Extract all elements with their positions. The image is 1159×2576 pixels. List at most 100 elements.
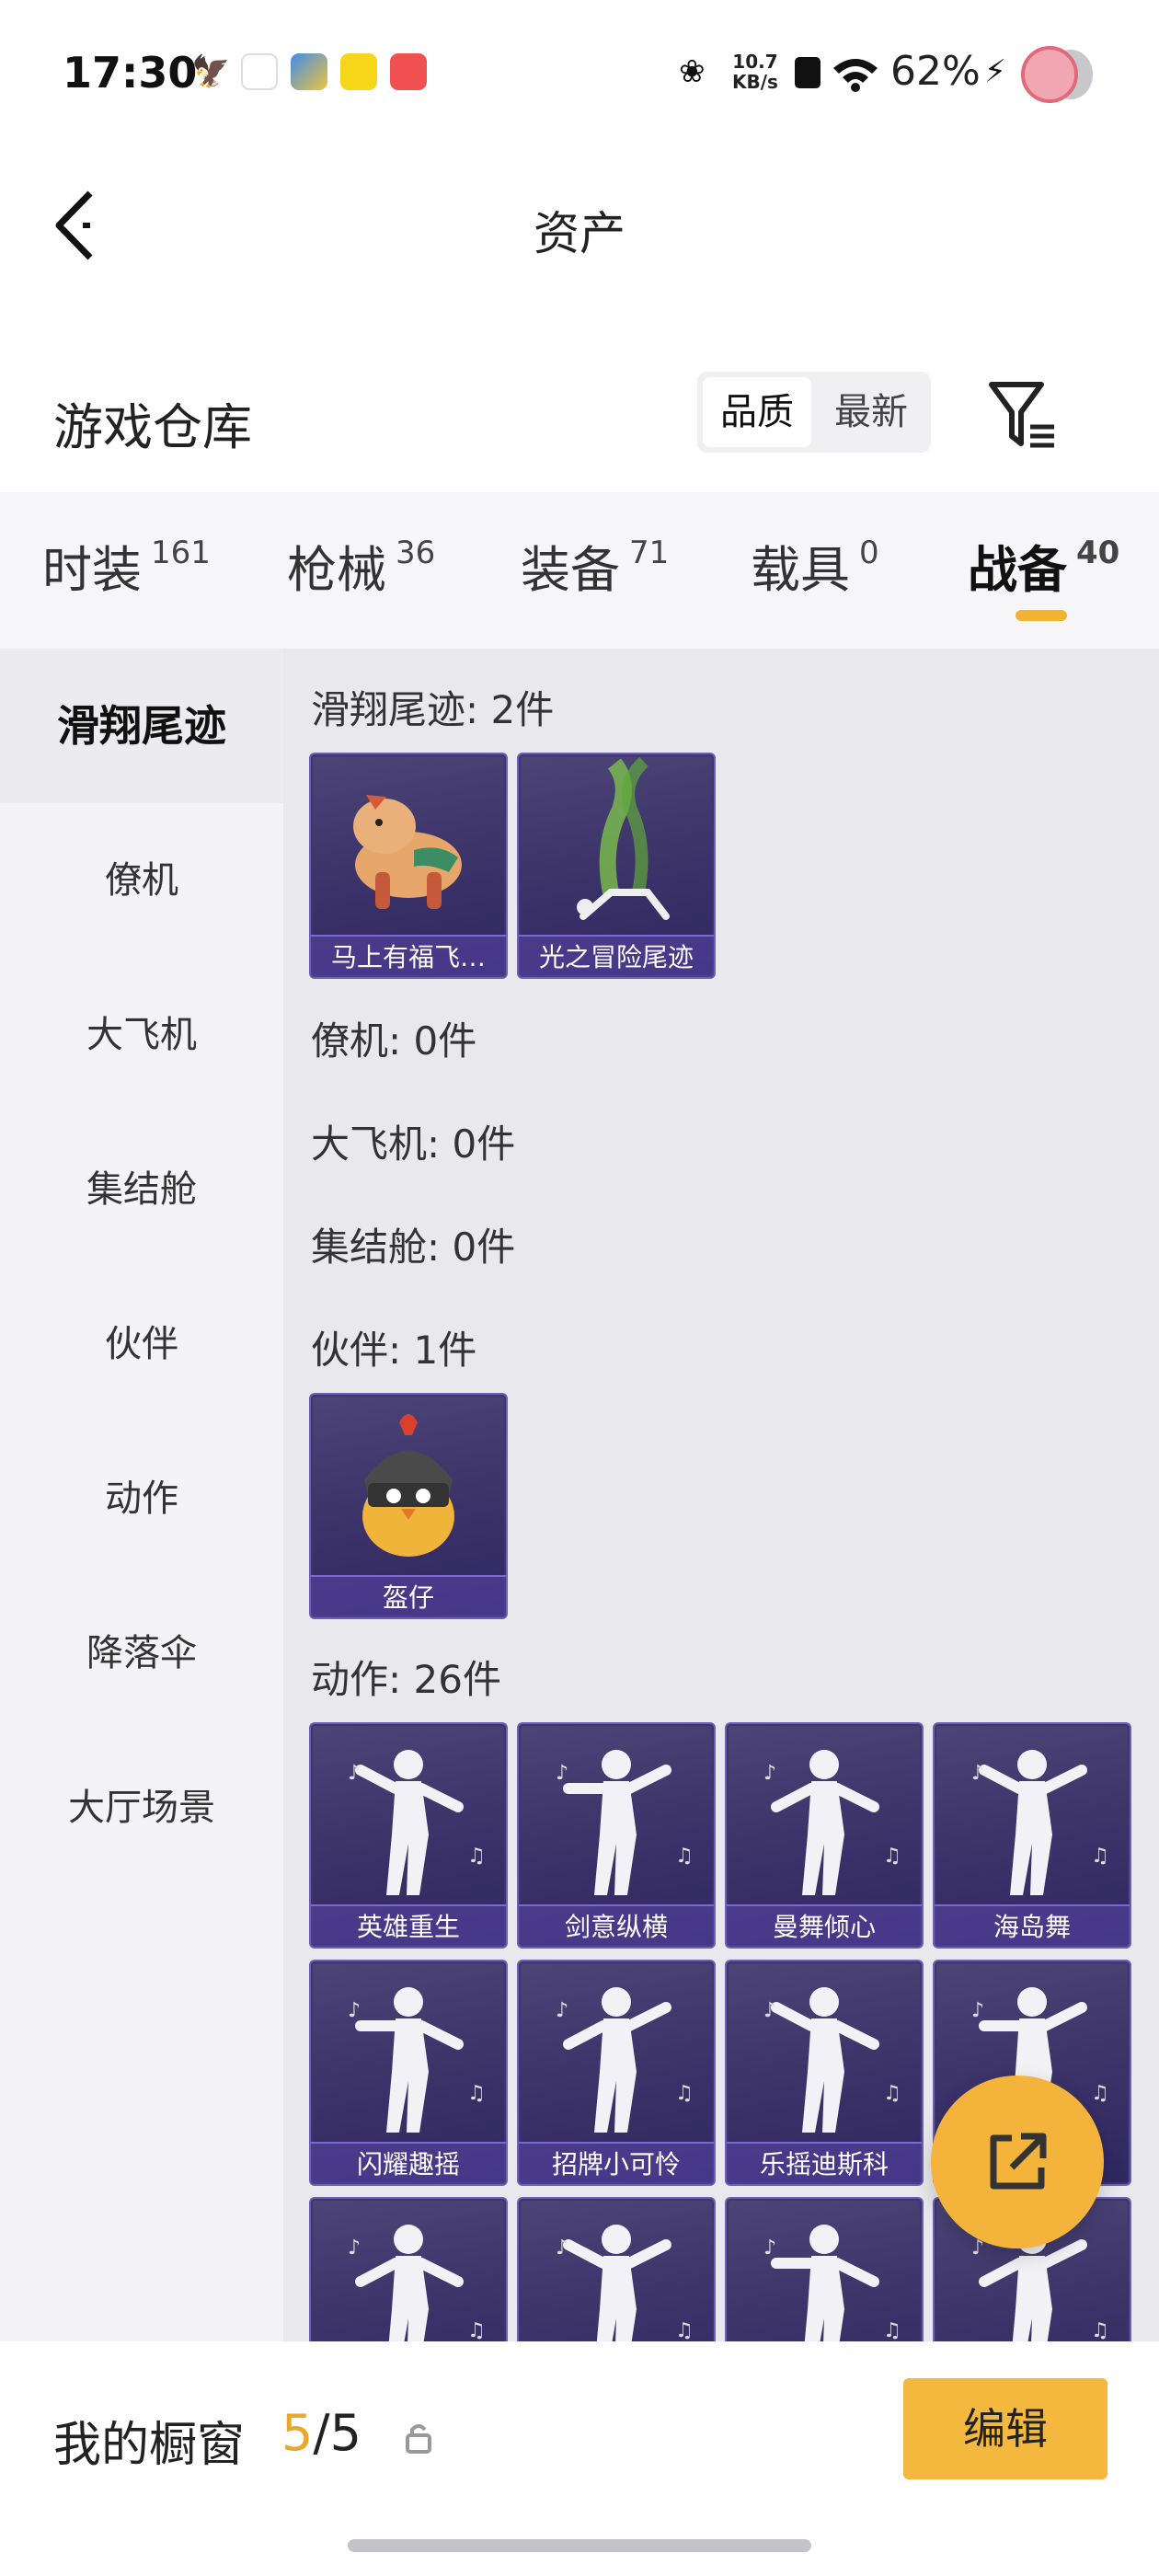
item-name: 英雄重生 xyxy=(311,1904,506,1947)
group-title-wingman: 僚机: 0件 xyxy=(311,1018,477,1064)
showcase-count: 5/5 xyxy=(281,2404,361,2462)
item-name: 海岛舞 xyxy=(935,1904,1130,1947)
svg-text:♫: ♫ xyxy=(1091,2082,1109,2105)
sidebar-item-emote[interactable]: 动作 xyxy=(0,1421,283,1576)
group-title-companion: 伙伴: 1件 xyxy=(311,1328,477,1373)
chick-helmet-image xyxy=(362,1414,454,1557)
tab-fashion[interactable]: 时装 161 xyxy=(42,529,211,602)
group-title-emote: 动作: 26件 xyxy=(311,1657,501,1702)
svg-text:♫: ♫ xyxy=(467,2319,486,2342)
sidebar-item-big-plane[interactable]: 大飞机 xyxy=(0,958,283,1112)
item-card[interactable]: ♪ ♫ 闪耀趣摇 xyxy=(309,1960,508,2186)
home-indicator[interactable] xyxy=(348,2539,811,2552)
group-title-rally-pod: 集结舱: 0件 xyxy=(311,1225,516,1270)
svg-text:♫: ♫ xyxy=(675,2319,694,2342)
lock-icon xyxy=(406,2424,431,2454)
tab-equipment[interactable]: 装备 71 xyxy=(521,529,669,602)
dancer-silhouette-image: ♪♫ xyxy=(348,1750,486,1895)
svg-text:♪: ♪ xyxy=(971,1762,984,1785)
dancer-silhouette-image: ♪♫ xyxy=(556,1987,694,2133)
svg-text:♫: ♫ xyxy=(1091,1845,1109,1868)
horse-toy-image xyxy=(353,795,462,909)
active-tab-indicator xyxy=(1016,610,1067,621)
section-header: 游戏仓库 xyxy=(0,350,1159,488)
dancer-silhouette-image: ♪♫ xyxy=(763,1987,901,2133)
smoke-trail-image xyxy=(577,756,670,920)
category-sidebar: 滑翔尾迹 僚机 大飞机 集结舱 伙伴 动作 降落伞 大厅场景 xyxy=(0,649,283,2341)
filter-icon[interactable] xyxy=(988,379,1058,453)
dancer-silhouette-image: ♪♫ xyxy=(971,1750,1109,1895)
item-name: 马上有福飞… xyxy=(311,935,506,977)
dancer-silhouette-image: ♪♫ xyxy=(763,1750,901,1895)
sidebar-item-parachute[interactable]: 降落伞 xyxy=(0,1576,283,1731)
edit-button[interactable]: 编辑 xyxy=(903,2378,1107,2479)
svg-text:♪: ♪ xyxy=(348,1762,361,1785)
app-header: 资产 xyxy=(0,147,1159,304)
sort-latest-option[interactable]: 最新 xyxy=(817,377,925,447)
group-title-big-plane: 大飞机: 0件 xyxy=(311,1121,516,1167)
item-name: 盔仔 xyxy=(311,1575,506,1617)
charging-icon: ⚡ xyxy=(984,53,1006,90)
svg-text:♪: ♪ xyxy=(556,2237,568,2260)
item-name: 光之冒险尾迹 xyxy=(519,935,714,977)
svg-text:♫: ♫ xyxy=(883,2319,901,2342)
dancer-silhouette-image: ♪♫ xyxy=(556,1750,694,1895)
battery-percent: 62% xyxy=(890,48,981,95)
game-app-icon xyxy=(291,53,327,90)
svg-text:♪: ♪ xyxy=(348,1999,361,2022)
svg-text:♪: ♪ xyxy=(763,1762,776,1785)
svg-text:♫: ♫ xyxy=(467,2082,486,2105)
bird-icon: 🦅 xyxy=(191,53,231,90)
svg-text:♪: ♪ xyxy=(348,2237,361,2260)
sidebar-item-companion[interactable]: 伙伴 xyxy=(0,1267,283,1421)
sort-quality-option[interactable]: 品质 xyxy=(703,377,811,447)
svg-text:♫: ♫ xyxy=(1091,2319,1109,2342)
sidebar-item-lobby-scene[interactable]: 大厅场景 xyxy=(0,1731,283,1885)
svg-text:♫: ♫ xyxy=(883,2082,901,2105)
item-card[interactable]: ♪ ♫ 英雄重生 xyxy=(309,1722,508,1949)
item-card[interactable]: ♪ ♫ 招牌小可怜 xyxy=(517,1960,716,2186)
yellow-app-icon xyxy=(340,53,377,90)
sort-toggle: 品质 最新 xyxy=(697,372,931,453)
group-title-glide-trail: 滑翔尾迹: 2件 xyxy=(311,687,555,732)
calendar-icon xyxy=(241,53,278,90)
sim-icon xyxy=(795,57,820,88)
red-app-icon xyxy=(390,53,427,90)
item-card[interactable]: ♪ ♫ 乐摇迪斯科 xyxy=(725,1960,924,2186)
status-bar: 17:30 🦅 ❀ 10.7 KB/s 62% ⚡ xyxy=(0,0,1159,147)
avatar[interactable] xyxy=(1021,46,1078,103)
item-card[interactable]: ♪ ♫ 曼舞倾心 xyxy=(725,1722,924,1949)
showcase-label: 我的橱窗 xyxy=(53,2418,246,2473)
svg-text:♫: ♫ xyxy=(467,1845,486,1868)
item-name: 闪耀趣摇 xyxy=(311,2142,506,2184)
sidebar-item-rally-pod[interactable]: 集结舱 xyxy=(0,1112,283,1267)
dancer-silhouette-image: ♪♫ xyxy=(348,1987,486,2133)
section-title: 游戏仓库 xyxy=(53,398,252,456)
svg-text:♪: ♪ xyxy=(556,1999,568,2022)
share-icon xyxy=(990,2133,1047,2190)
item-card[interactable]: ♪ ♫ 剑意纵横 xyxy=(517,1722,716,1949)
sidebar-item-wingman[interactable]: 僚机 xyxy=(0,803,283,958)
tab-guns[interactable]: 枪械 36 xyxy=(287,529,435,602)
page-title: 资产 xyxy=(534,207,625,260)
status-time: 17:30 xyxy=(63,48,198,98)
item-card[interactable]: 马上有福飞… xyxy=(309,753,508,979)
wifi-icon xyxy=(833,59,878,92)
item-name: 招牌小可怜 xyxy=(519,2142,714,2184)
share-button[interactable] xyxy=(931,2076,1104,2248)
item-name: 曼舞倾心 xyxy=(727,1904,922,1947)
item-card[interactable]: ♪ ♫ 海岛舞 xyxy=(933,1722,1131,1949)
svg-text:♫: ♫ xyxy=(675,1845,694,1868)
svg-text:♪: ♪ xyxy=(763,2237,776,2260)
item-card[interactable]: 盔仔 xyxy=(309,1393,508,1619)
svg-text:♫: ♫ xyxy=(883,1845,901,1868)
item-card[interactable]: 光之冒险尾迹 xyxy=(517,753,716,979)
svg-text:♪: ♪ xyxy=(556,1762,568,1785)
category-tabs: 时装 161 枪械 36 装备 71 载具 0 战备 40 xyxy=(0,492,1159,649)
item-name: 乐摇迪斯科 xyxy=(727,2142,922,2184)
svg-text:♪: ♪ xyxy=(763,1999,776,2022)
flower-icon: ❀ xyxy=(679,53,706,90)
tab-combat-prep[interactable]: 战备 40 xyxy=(968,529,1119,602)
tab-vehicles[interactable]: 载具 0 xyxy=(751,529,879,602)
sidebar-item-glide-trail[interactable]: 滑翔尾迹 xyxy=(0,649,283,803)
